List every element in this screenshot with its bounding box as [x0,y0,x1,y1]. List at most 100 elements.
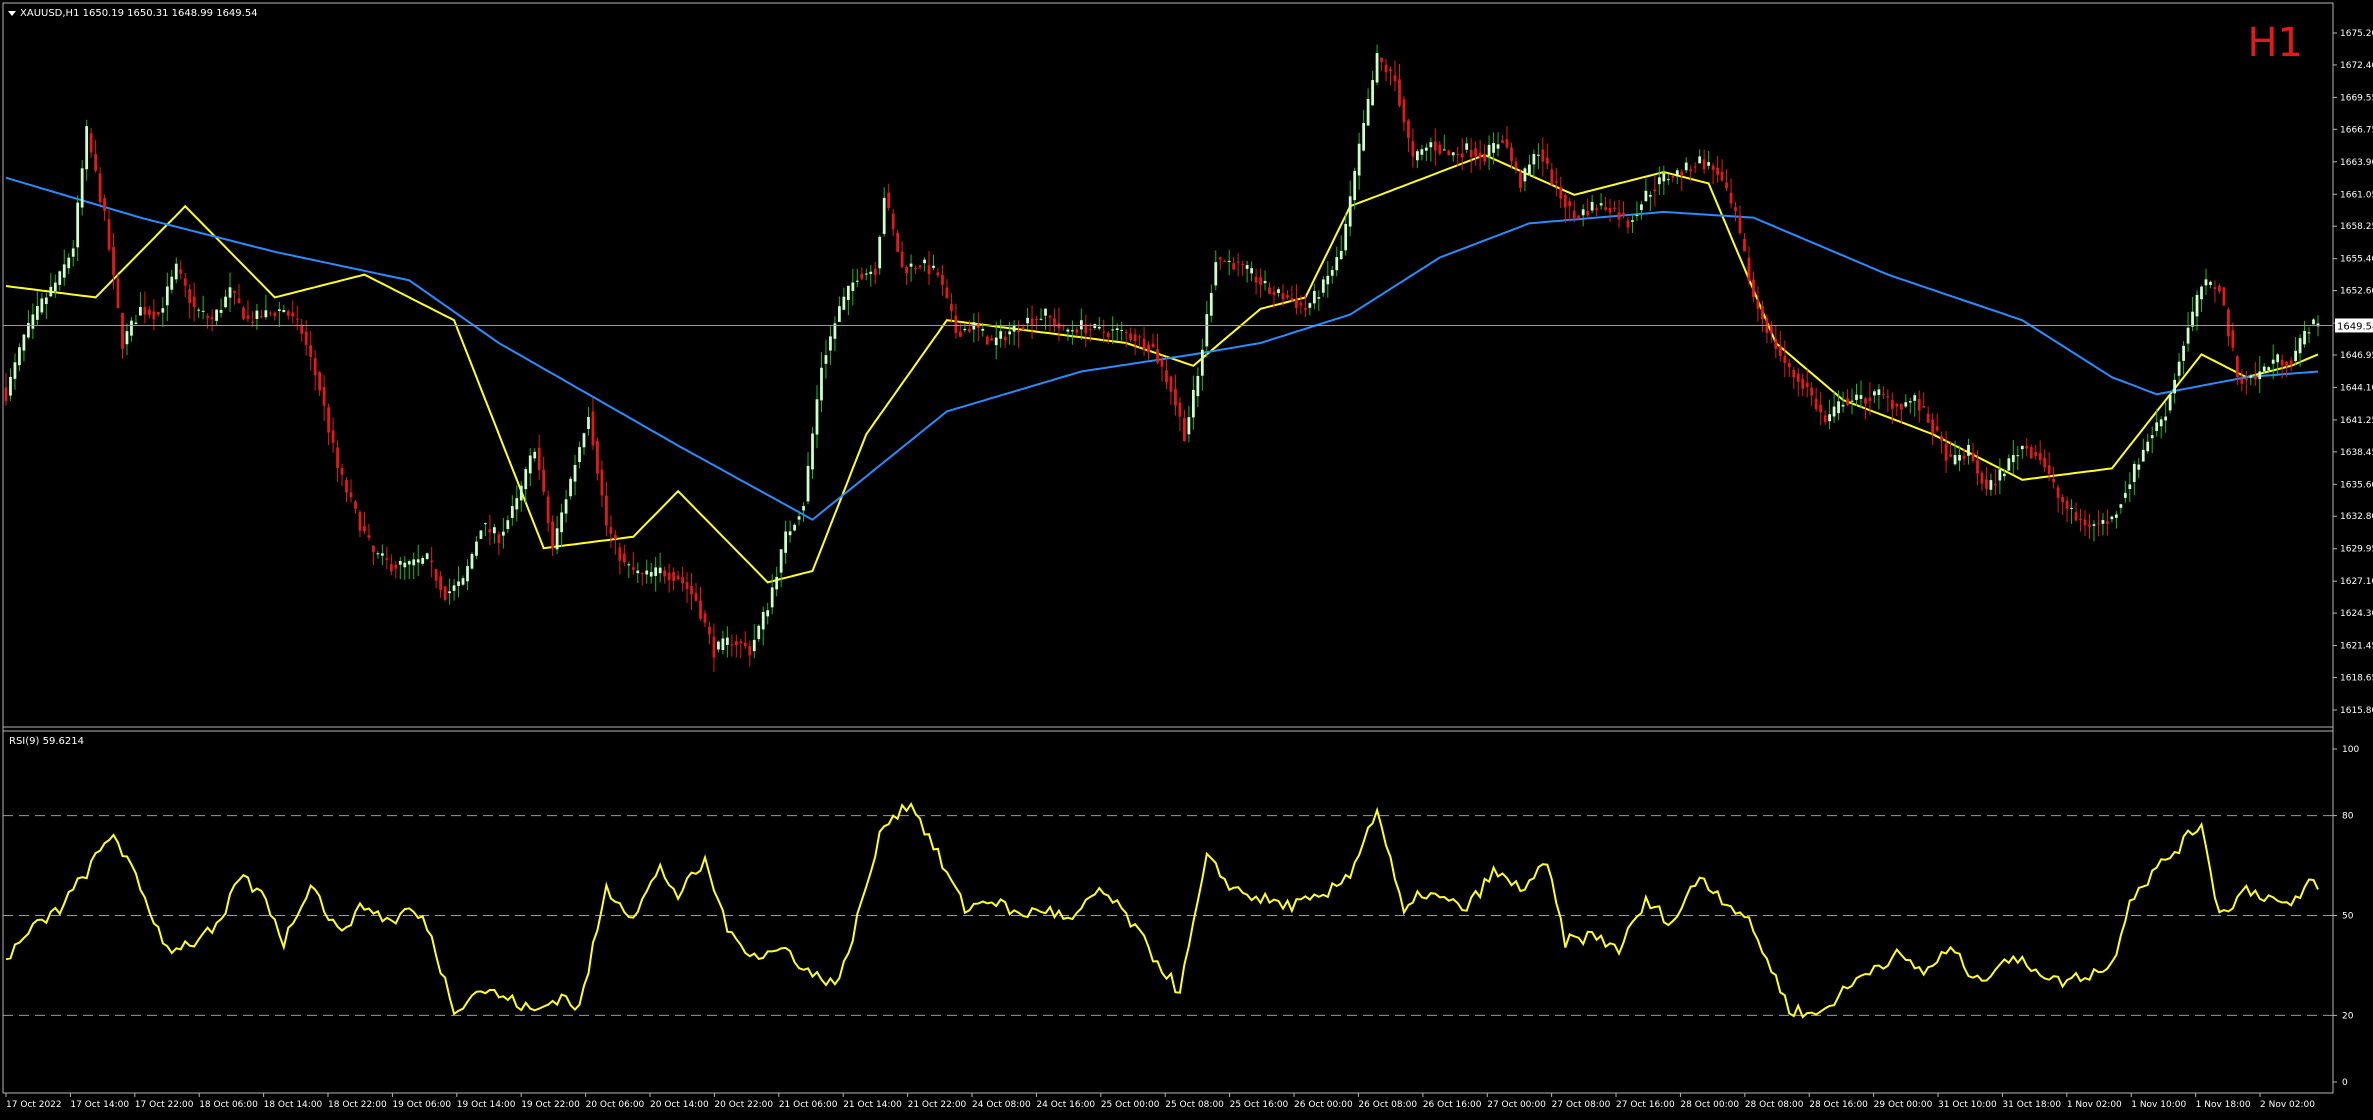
candle-body [147,309,151,315]
candle-body [2132,463,2136,482]
candle-body [1174,388,1177,406]
candle-body [2070,507,2073,509]
candle-body [1330,270,1334,276]
dropdown-triangle-icon[interactable] [8,11,16,16]
candle-body [1689,169,1693,172]
candle-body [618,547,622,561]
candle-body [156,312,160,315]
candle-body [2150,435,2154,439]
time-tick-label: 24 Oct 16:00 [1036,1100,1095,1110]
candle-body [363,526,366,532]
candle-body [1393,75,1397,81]
candle-body [1474,148,1478,157]
candle-body [4,387,8,402]
chart-canvas[interactable]: XAUUSD,H1 1650.19 1650.31 1648.99 1649.5… [0,0,2373,1116]
price-tick-label: 1629.95 [2340,545,2373,555]
candle-body [2007,458,2011,471]
candle-body [730,644,734,646]
candle-body [2034,452,2038,456]
candle-body [1286,295,1289,298]
candle-body [2002,473,2006,477]
candle-body [1398,79,1401,106]
candle-body [268,312,272,314]
candle-body [76,202,80,248]
candle-body [797,516,801,520]
candle-body [385,558,389,560]
candle-body [103,198,106,211]
candle-body [40,298,44,313]
candle-body [990,338,994,341]
candle-body [170,276,174,290]
candle-body [667,572,671,580]
candle-body [1837,401,1840,414]
candle-body [134,322,138,325]
candle-body [1196,375,1200,397]
candle-body [699,600,702,619]
candle-body [1823,415,1827,423]
candle-body [2123,492,2127,498]
candle-body [878,236,882,269]
candle-body [802,506,805,511]
candle-body [1191,389,1195,418]
candle-body [582,433,586,448]
candle-body [1115,328,1119,330]
candle-body [838,306,841,322]
candle-body [2294,350,2297,362]
candle-body [640,572,644,575]
candle-body [1268,287,1271,294]
price-tick-label: 1632.80 [2340,512,2373,522]
candle-body [1129,333,1133,340]
candle-body [1281,293,1285,300]
candle-body [712,636,716,658]
candle-body [936,272,940,276]
candle-body [1595,208,1599,210]
candle-body [510,506,514,518]
candle-body [1550,169,1554,185]
price-tick-label: 1627.10 [2340,577,2373,587]
candle-body [918,265,922,268]
candle-body [1303,308,1307,310]
candle-body [1483,153,1486,162]
candle-body [1590,201,1594,211]
slow-ma-line [5,176,2319,521]
timeframe-badge: H1 [2247,20,2303,66]
candle-body [2213,287,2217,289]
candle-body [49,286,53,297]
candle-body [2159,419,2163,427]
price-tick-label: 1669.55 [2340,93,2373,103]
candle-body [2312,319,2315,325]
candle-body [820,367,823,401]
candle-body [1895,404,1899,407]
candle-body [631,567,635,570]
candle-body [1783,355,1787,363]
candle-body [2097,523,2100,525]
candle-body [367,535,371,538]
candle-body [734,641,738,646]
candle-body [1976,460,1979,474]
candle-body [1586,210,1590,216]
candle-body [1904,402,1908,407]
trading-chart[interactable]: XAUUSD,H1 1650.19 1650.31 1648.99 1649.5… [0,0,2373,1116]
time-tick-label: 17 Oct 22:00 [135,1100,194,1110]
candle-body [2047,465,2051,475]
candle-body [1295,298,1298,308]
candle-body [210,317,214,320]
candle-body [1761,305,1764,319]
candle-body [1792,370,1796,378]
candle-body [1559,187,1563,199]
candle-body [1120,329,1124,331]
candle-body [2164,416,2168,421]
time-tick-label: 25 Oct 16:00 [1230,1100,1289,1110]
time-tick-label: 28 Oct 08:00 [1745,1100,1804,1110]
time-tick-label: 21 Oct 14:00 [843,1100,902,1110]
candle-body [1675,170,1679,177]
candle-body [1362,122,1366,151]
candle-body [31,314,35,329]
candle-body [1747,257,1751,281]
candle-body [1272,291,1276,296]
candle-body [1187,417,1191,435]
candle-body [2200,286,2203,300]
candle-body [1505,139,1509,148]
candle-body [1850,400,1854,402]
symbol-header: XAUUSD,H1 1650.19 1650.31 1648.99 1649.5… [20,8,258,19]
